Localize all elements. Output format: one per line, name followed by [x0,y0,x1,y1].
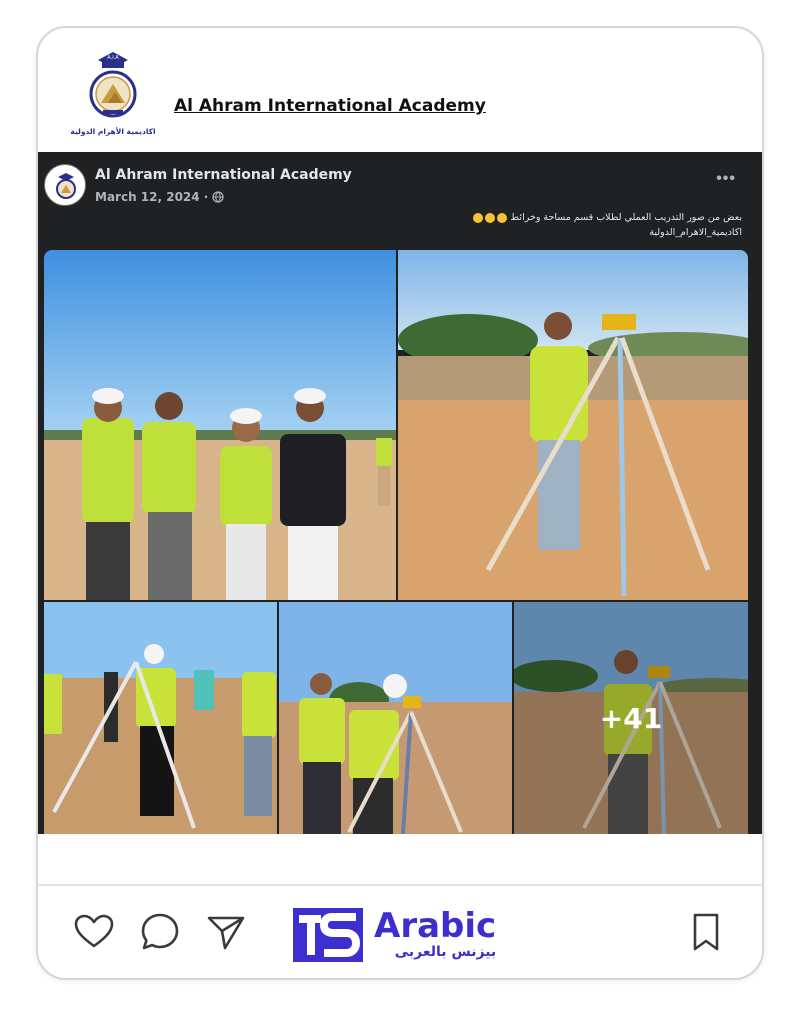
bookmark-icon[interactable] [684,910,728,954]
comment-icon[interactable] [138,910,182,954]
caption-line-1: بعض من صور التدريب العملي لطلاب قسم مساح… [322,210,742,225]
photo-student-tripod[interactable] [398,250,748,600]
card-footer: Arabic بيزنس بالعربى [38,886,762,978]
smile-emoji-icon [473,212,484,223]
avatar[interactable] [44,164,86,206]
more-options-button[interactable]: ••• [716,170,736,188]
post-caption: بعض من صور التدريب العملي لطلاب قسم مساح… [322,210,742,240]
card-header: A.I.A اكاديمية الأهرام الدولية Al Ahram … [38,28,762,152]
caption-hashtag[interactable]: اكاديمية_الاهرام_الدولية [322,225,742,240]
more-photos-overlay[interactable]: +41 [514,602,748,834]
send-icon[interactable] [204,910,248,954]
logo-badge-text: A.I.A [107,55,119,61]
smile-emoji-icon [485,212,496,223]
brand-mark-icon [293,908,363,962]
academy-logo: A.I.A اكاديمية الأهرام الدولية [68,48,158,148]
brand-name-en: Arabic [374,906,497,946]
heart-icon[interactable] [72,910,116,954]
photo-student-level[interactable] [279,602,512,834]
photo-group-students[interactable] [44,250,396,600]
photo-field-group[interactable] [44,602,277,834]
photo-more[interactable]: +41 [514,602,748,834]
brand-logo: Arabic بيزنس بالعربى [292,906,496,964]
brand-name-ar: بيزنس بالعربى [394,944,497,960]
page-name[interactable]: Al Ahram International Academy [95,167,352,183]
post-date-text: March 12, 2024 · [95,190,209,204]
post-date: March 12, 2024 · [95,190,225,204]
logo-arabic-name: اكاديمية الأهرام الدولية [70,127,155,136]
post-card: A.I.A اكاديمية الأهرام الدولية Al Ahram … [36,26,764,980]
globe-icon [212,191,225,203]
header-title[interactable]: Al Ahram International Academy [174,96,486,116]
smile-emoji-icon [497,212,508,223]
facebook-post: Al Ahram International Academy March 12,… [38,152,762,834]
